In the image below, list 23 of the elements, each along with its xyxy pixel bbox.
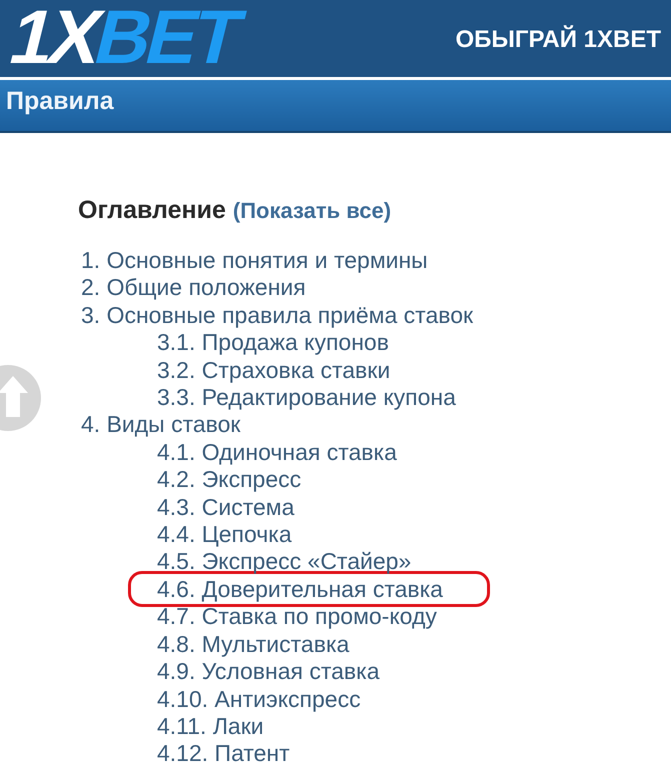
arrow-up-icon [0,376,28,417]
toc-link[interactable]: 4.10. Антиэкспресс [157,686,361,713]
page-title: Правила [6,87,114,116]
scroll-top-button[interactable] [0,365,42,431]
toc-link[interactable]: 4.2. Экспресс [157,466,302,494]
toc-link[interactable]: 3.2. Страховка ставки [157,356,390,384]
toc-link[interactable]: 4. Виды ставок [81,411,240,439]
toc-link[interactable]: 4.12. Патент [157,740,290,768]
toc-link[interactable]: 4.1. Одиночная ставка [157,438,397,466]
toc-link[interactable]: 4.8. Мультиставка [157,630,350,658]
toc-link[interactable]: 4.9. Условная ставка [157,658,380,686]
toc-link[interactable]: 1. Основные понятия и термины [81,247,428,274]
toc-link[interactable]: 4.11. Лаки [157,712,264,740]
toc-link[interactable]: 3. Основные правила приёма ставок [81,302,474,330]
toc-link[interactable]: 4.4. Цепочка [157,521,292,548]
toc-link[interactable]: 3.3. Редактирование купона [157,384,456,412]
toc-link[interactable]: 4.3. Система [157,494,294,522]
toc-link[interactable]: 3.1. Продажа купонов [157,329,389,357]
show-all-link[interactable]: (Показать все) [232,198,392,224]
logo-link[interactable]: 1XBET [2,0,251,78]
contents-heading: Оглавление [78,196,226,225]
promo-link[interactable]: ОБЫГРАЙ 1XBET [455,26,661,54]
toc-link[interactable]: 2. Общие положения [81,274,306,302]
